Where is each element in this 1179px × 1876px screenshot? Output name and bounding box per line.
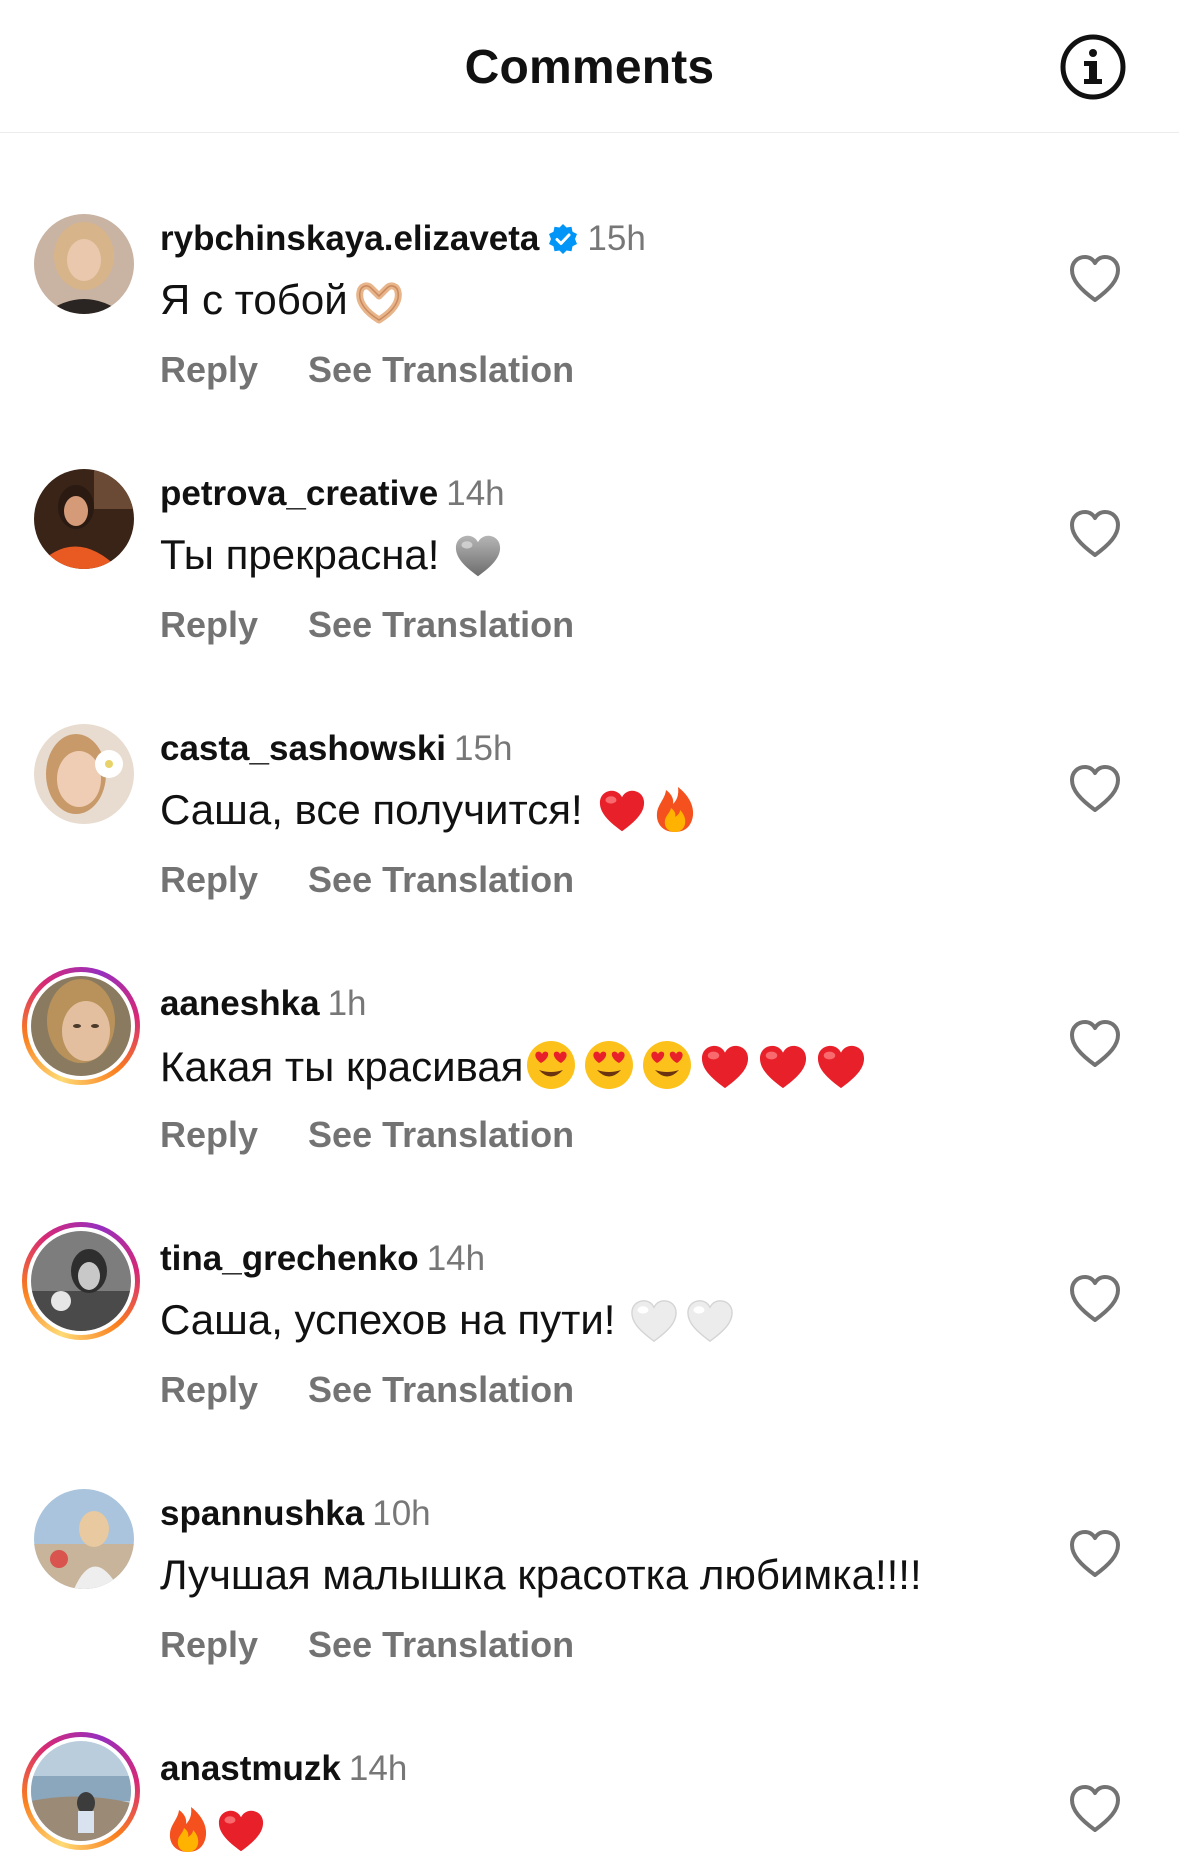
avatar-image	[31, 1231, 131, 1331]
comment-text-row: Какая ты красивая	[160, 1039, 867, 1093]
comment-header: tina_grechenko 14h	[160, 1238, 485, 1280]
comment-actions: Reply See Translation	[160, 1623, 574, 1667]
like-heart-icon[interactable]	[1068, 509, 1122, 559]
like-heart-icon[interactable]	[1068, 764, 1122, 814]
comment-text-row: Саша, успехов на пути!	[160, 1294, 735, 1346]
comment-actions: Reply See Translation	[160, 1113, 574, 1157]
see-translation-button[interactable]: See Translation	[308, 1624, 574, 1665]
comment-item: rybchinskaya.elizaveta 15h Я с тобой Repl…	[0, 214, 1179, 469]
red-heart-icon	[699, 1043, 751, 1091]
like-heart-icon[interactable]	[1068, 1529, 1122, 1579]
comment-item: petrova_creative 14h Ты прекрасна! Reply S…	[0, 469, 1179, 724]
see-translation-button[interactable]: See Translation	[308, 1369, 574, 1410]
header-bar: Comments	[0, 0, 1179, 133]
comment-actions: Reply See Translation	[160, 1368, 574, 1412]
comment-text: Саша, успехов на пути!	[160, 1296, 616, 1343]
comment-actions: Reply See Translation	[160, 603, 574, 647]
avatar-story-ring[interactable]	[22, 1222, 140, 1340]
see-translation-button[interactable]: See Translation	[308, 859, 574, 900]
comment-time: 10h	[372, 1494, 431, 1533]
username[interactable]: casta_sashowski	[160, 729, 446, 768]
avatar-story-ring[interactable]	[22, 1732, 140, 1850]
comment-text: Я с тобой	[160, 276, 348, 323]
heart-eyes-icon	[583, 1039, 635, 1091]
comment-time: 15h	[587, 219, 646, 258]
avatar-story-ring[interactable]	[22, 967, 140, 1085]
comment-text-row: Я с тобой	[160, 274, 404, 326]
grey-heart-icon	[453, 533, 503, 579]
see-translation-button[interactable]: See Translation	[308, 349, 574, 390]
comment-item: spannushka 10h Лучшая малышка красотка лю…	[0, 1489, 1179, 1744]
page-title: Comments	[464, 41, 715, 94]
username[interactable]: aaneshka	[160, 984, 320, 1023]
heart-hands-icon	[354, 280, 404, 324]
comment-item: tina_grechenko 14h Саша, успехов на пути!…	[0, 1222, 1179, 1489]
info-icon[interactable]	[1058, 32, 1128, 102]
avatar[interactable]	[34, 1489, 134, 1589]
comment-header: anastmuzk 14h	[160, 1748, 407, 1790]
comment-time: 14h	[426, 1239, 486, 1278]
comment-header: spannushka 10h	[160, 1493, 431, 1535]
red-heart-icon	[757, 1043, 809, 1091]
avatar-image	[34, 214, 134, 314]
comment-text-row: Саша, все получится!	[160, 784, 697, 836]
heart-eyes-icon	[525, 1039, 577, 1091]
white-heart-icon	[629, 1298, 679, 1344]
avatar-image	[31, 976, 131, 1076]
comment-text: Какая ты красивая	[160, 1043, 524, 1090]
avatar[interactable]	[34, 214, 134, 314]
username[interactable]: petrova_creative	[160, 474, 438, 513]
avatar[interactable]	[34, 469, 134, 569]
verified-badge-icon	[547, 223, 579, 255]
reply-button[interactable]: Reply	[160, 604, 258, 645]
avatar[interactable]	[34, 724, 134, 824]
comment-actions: Reply See Translation	[160, 858, 574, 902]
reply-button[interactable]: Reply	[160, 1369, 258, 1410]
avatar-image	[34, 1489, 134, 1589]
comment-time: 1h	[327, 984, 367, 1023]
fire-icon	[166, 1804, 210, 1854]
avatar-image	[31, 1741, 131, 1841]
avatar-image	[34, 724, 134, 824]
comment-text: Саша, все получится!	[160, 786, 583, 833]
comment-time: 14h	[446, 474, 505, 513]
username[interactable]: spannushka	[160, 1494, 364, 1533]
username[interactable]: anastmuzk	[160, 1749, 341, 1788]
reply-button[interactable]: Reply	[160, 859, 258, 900]
comment-header: casta_sashowski 15h	[160, 728, 512, 770]
reply-button[interactable]: Reply	[160, 1624, 258, 1665]
comment-time: 14h	[348, 1749, 408, 1788]
comment-time: 15h	[454, 729, 513, 768]
heart-eyes-icon	[641, 1039, 693, 1091]
like-heart-icon[interactable]	[1068, 254, 1122, 304]
comment-header: aaneshka 1h	[160, 983, 367, 1025]
comment-header: rybchinskaya.elizaveta 15h	[160, 218, 646, 260]
comment-item: anastmuzk 14h	[0, 1732, 1179, 1876]
like-heart-icon[interactable]	[1068, 1274, 1122, 1324]
comment-text: Ты прекрасна!	[160, 531, 440, 578]
see-translation-button[interactable]: See Translation	[308, 604, 574, 645]
comment-text-row: Ты прекрасна!	[160, 529, 503, 581]
red-heart-icon	[815, 1043, 867, 1091]
reply-button[interactable]: Reply	[160, 1114, 258, 1155]
avatar-image	[34, 469, 134, 569]
comment-text: Лучшая малышка красотка любимка!!!!	[160, 1551, 922, 1598]
comment-actions: Reply See Translation	[160, 348, 574, 392]
like-heart-icon[interactable]	[1068, 1019, 1122, 1069]
reply-button[interactable]: Reply	[160, 349, 258, 390]
comment-item: casta_sashowski 15h Саша, все получится! …	[0, 724, 1179, 979]
like-heart-icon[interactable]	[1068, 1784, 1122, 1834]
white-heart-icon	[685, 1298, 735, 1344]
username[interactable]: tina_grechenko	[160, 1239, 419, 1278]
red-heart-icon	[216, 1808, 266, 1854]
username[interactable]: rybchinskaya.elizaveta	[160, 219, 539, 258]
see-translation-button[interactable]: See Translation	[308, 1114, 574, 1155]
comment-header: petrova_creative 14h	[160, 473, 505, 515]
red-heart-icon	[597, 788, 647, 834]
comment-item: aaneshka 1h Какая ты красивая Reply See Tr…	[0, 967, 1179, 1234]
comment-text-row: Лучшая малышка красотка любимка!!!!	[160, 1549, 922, 1601]
fire-icon	[653, 784, 697, 834]
comment-text-row	[160, 1804, 266, 1856]
